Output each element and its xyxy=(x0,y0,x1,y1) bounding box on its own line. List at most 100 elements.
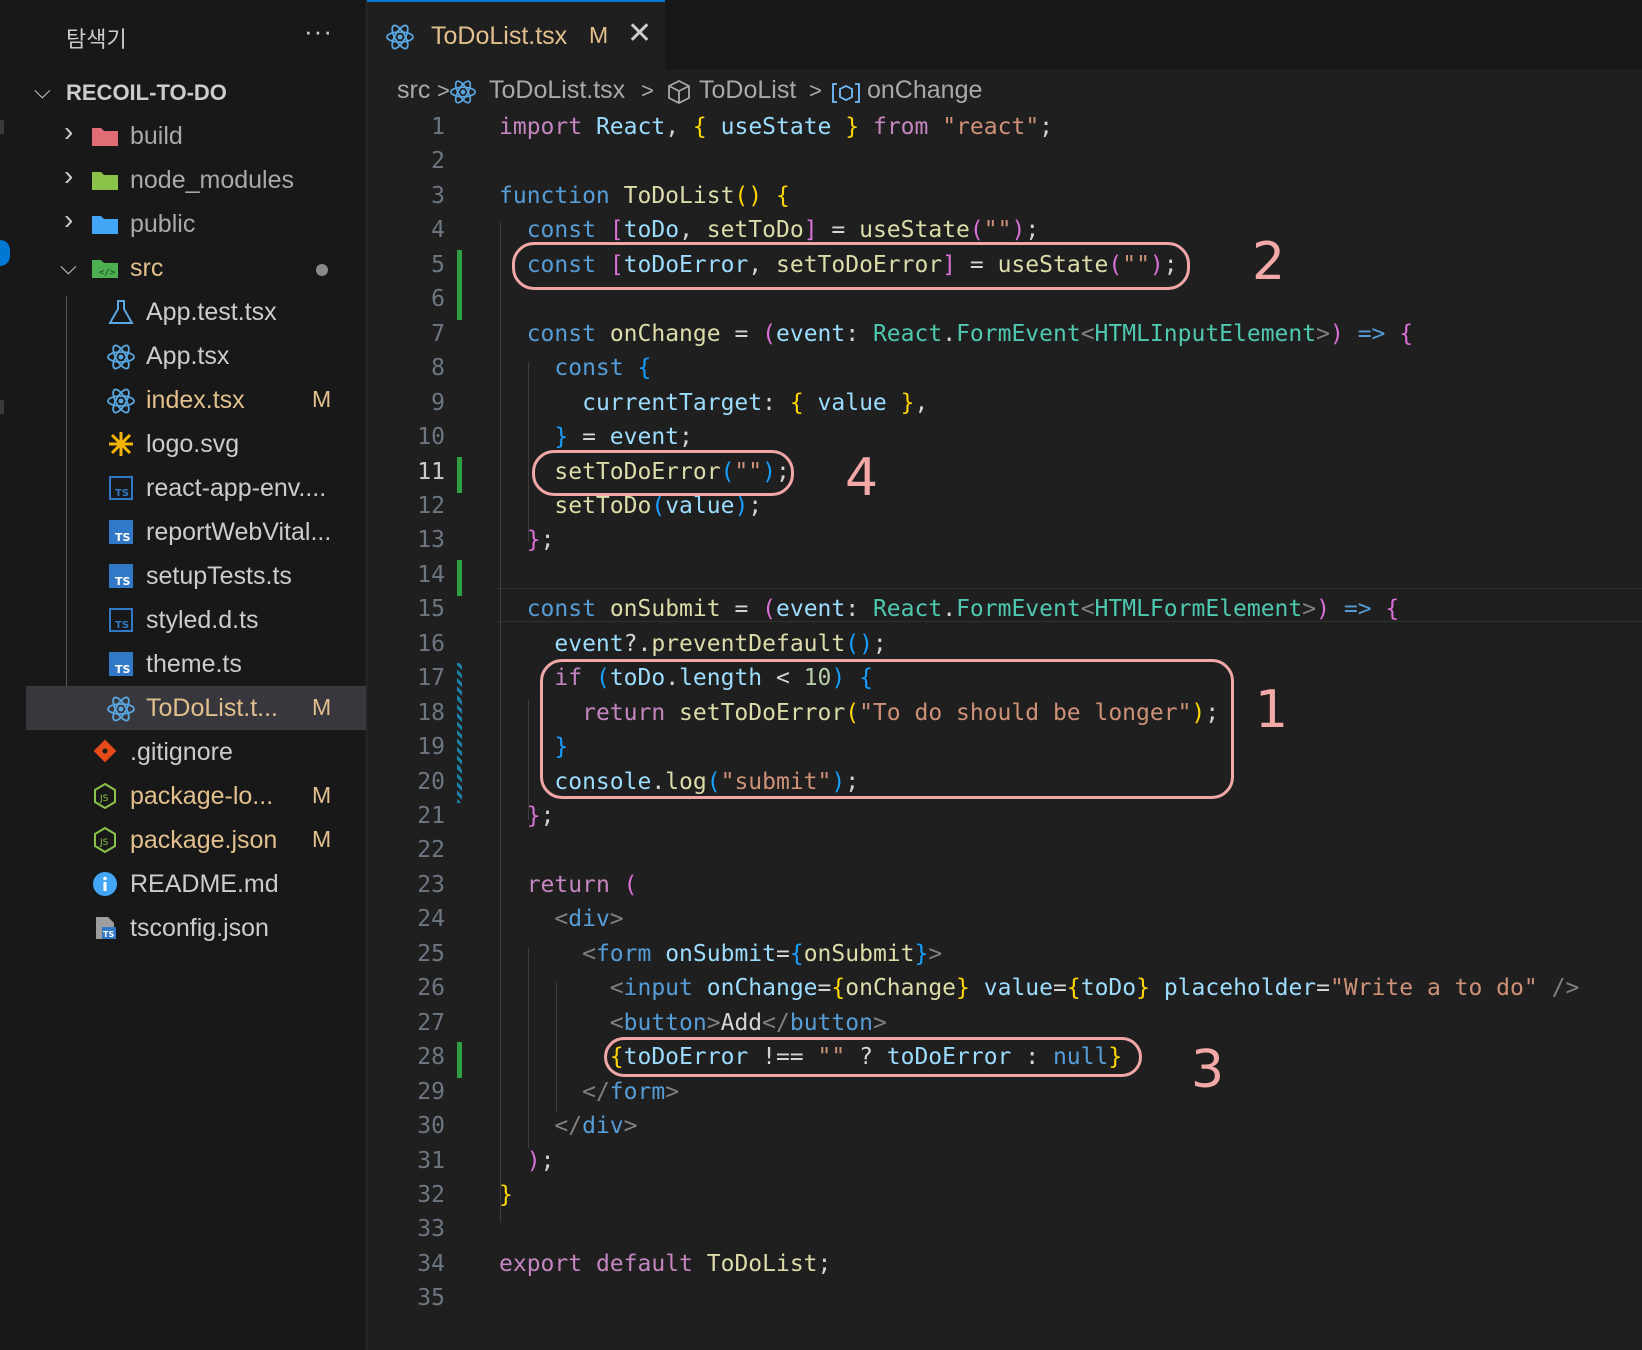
file-item[interactable]: TS styled.d.ts xyxy=(26,598,366,642)
annotation-number-1: 1 xyxy=(1255,680,1289,740)
modified-badge: M xyxy=(312,694,332,720)
code-line[interactable]: 33 xyxy=(367,1214,1642,1250)
file-item[interactable]: › build xyxy=(26,114,366,158)
line-number: 5 xyxy=(431,251,445,278)
breadcrumb-component[interactable]: ToDoList xyxy=(699,76,796,105)
git-icon xyxy=(90,738,120,766)
code-line[interactable]: 32} xyxy=(367,1180,1642,1216)
code-text: import React, { useState } from "react"; xyxy=(499,114,1054,140)
nodejs-icon: JS xyxy=(90,826,120,854)
code-line[interactable]: 12 setToDo(value); xyxy=(367,491,1642,527)
file-item[interactable]: › node_modules xyxy=(26,158,366,202)
git-gutter-marker xyxy=(457,732,462,769)
code-text: const { xyxy=(554,355,652,382)
line-number: 18 xyxy=(417,699,445,726)
code-text: currentTarget: { value }, xyxy=(582,389,929,416)
breadcrumb-symbol[interactable]: onChange xyxy=(867,76,982,105)
chevron-down-icon: ⌵ xyxy=(60,254,77,279)
line-number: 19 xyxy=(417,734,445,761)
breadcrumb-src[interactable]: src xyxy=(397,76,430,105)
code-text: <div> xyxy=(554,906,624,933)
variable-icon xyxy=(832,83,860,103)
code-line[interactable]: 31 ); xyxy=(367,1146,1642,1182)
file-item[interactable]: TS react-app-env.... xyxy=(26,466,366,510)
code-line[interactable]: 26 <input onChange={onChange} value={toD… xyxy=(367,973,1642,1009)
file-item[interactable]: › public xyxy=(26,202,366,246)
git-gutter-marker xyxy=(457,663,462,700)
code-line[interactable]: 13 }; xyxy=(367,525,1642,561)
react-icon xyxy=(386,24,414,50)
line-number: 7 xyxy=(431,320,445,347)
code-line[interactable]: 1 import React, { useState } from "react"… xyxy=(367,112,1642,148)
code-line[interactable]: 3 function ToDoList() { xyxy=(367,181,1642,217)
code-line[interactable]: 34 export default ToDoList; xyxy=(367,1249,1642,1285)
file-label: package.json xyxy=(130,826,278,854)
file-item[interactable]: TS tsconfig.json xyxy=(26,906,366,950)
line-number: 8 xyxy=(431,355,445,382)
chevron-right-icon: › xyxy=(64,204,74,235)
line-number: 27 xyxy=(417,1009,445,1036)
folder-open-icon: </> xyxy=(90,254,120,282)
line-number: 15 xyxy=(417,596,445,623)
file-item[interactable]: JS package.json M xyxy=(26,818,366,862)
annotation-box-3 xyxy=(604,1037,1142,1077)
more-actions-icon[interactable]: ··· xyxy=(304,16,333,47)
git-gutter-marker xyxy=(457,284,462,321)
tab-todolist[interactable]: ToDoList.tsx M ✕ xyxy=(367,0,665,70)
code-line[interactable]: 21 }; xyxy=(367,801,1642,837)
file-item[interactable]: TS theme.ts xyxy=(26,642,366,686)
line-number: 20 xyxy=(417,768,445,795)
code-text: <button>Add</button> xyxy=(609,1009,887,1036)
code-text: <input onChange={onChange} value={toDo} … xyxy=(609,975,1580,1002)
code-line[interactable]: 7 const onChange = (event: React.FormEve… xyxy=(367,319,1642,355)
breadcrumb-file[interactable]: ToDoList.tsx xyxy=(489,76,625,105)
line-number: 16 xyxy=(417,630,445,657)
code-line[interactable]: 15 const onSubmit = (event: React.FormEv… xyxy=(367,594,1642,630)
code-line[interactable]: 9 currentTarget: { value }, xyxy=(367,388,1642,424)
file-label: App.test.tsx xyxy=(146,298,277,326)
code-line[interactable]: 30 </div> xyxy=(367,1111,1642,1147)
react-icon xyxy=(106,386,136,414)
line-number: 17 xyxy=(417,665,445,692)
code-line[interactable]: 2 xyxy=(367,146,1642,182)
chevron-down-icon: ⌵ xyxy=(34,78,51,103)
code-line[interactable]: 14 xyxy=(367,559,1642,596)
modified-badge: M xyxy=(312,386,332,412)
code-text: function ToDoList() { xyxy=(499,182,790,209)
line-number: 28 xyxy=(417,1044,445,1071)
file-item[interactable]: TS setupTests.ts xyxy=(26,554,366,598)
file-item[interactable]: ToDoList.t... M xyxy=(26,686,366,730)
line-number: 6 xyxy=(431,286,445,313)
typescript-def-icon: TS xyxy=(106,606,136,634)
svg-text:JS: JS xyxy=(99,838,109,848)
close-icon[interactable]: ✕ xyxy=(627,16,652,51)
file-item[interactable]: .gitignore xyxy=(26,730,366,774)
code-line[interactable]: 23 return ( xyxy=(367,870,1642,906)
chevron-right-icon: > xyxy=(809,78,822,103)
file-label: node_modules xyxy=(130,166,295,194)
code-editor[interactable]: 1 import React, { useState } from "react"… xyxy=(367,112,1642,1350)
line-number: 25 xyxy=(417,940,445,967)
code-line[interactable]: 8 const { xyxy=(367,353,1642,389)
file-label: README.md xyxy=(130,870,279,898)
file-item[interactable]: App.tsx xyxy=(26,334,366,378)
code-line[interactable]: 35 xyxy=(367,1283,1642,1319)
file-item[interactable]: App.test.tsx xyxy=(26,290,366,334)
project-root[interactable]: ⌵ RECOIL-TO-DO xyxy=(26,70,366,114)
line-number: 14 xyxy=(417,561,445,588)
code-line[interactable]: 29 </form> xyxy=(367,1077,1642,1113)
file-item[interactable]: ⌵ </> src xyxy=(26,246,366,290)
line-number: 1 xyxy=(431,114,445,140)
file-label: react-app-env.... xyxy=(146,474,327,502)
explorer-sidebar: 탐색기 ··· ⌵ RECOIL-TO-DO › build › node_modul… xyxy=(26,0,367,1350)
file-item[interactable]: JS package-lo... M xyxy=(26,774,366,818)
code-line[interactable]: 22 xyxy=(367,835,1642,871)
file-item[interactable]: index.tsx M xyxy=(26,378,366,422)
file-label: src xyxy=(130,254,164,282)
chevron-right-icon: › xyxy=(64,160,74,191)
code-line[interactable]: 25 <form onSubmit={onSubmit}> xyxy=(367,939,1642,975)
code-line[interactable]: 24 <div> xyxy=(367,904,1642,940)
file-item[interactable]: logo.svg xyxy=(26,422,366,466)
file-item[interactable]: README.md xyxy=(26,862,366,906)
file-item[interactable]: TS reportWebVital... xyxy=(26,510,366,554)
